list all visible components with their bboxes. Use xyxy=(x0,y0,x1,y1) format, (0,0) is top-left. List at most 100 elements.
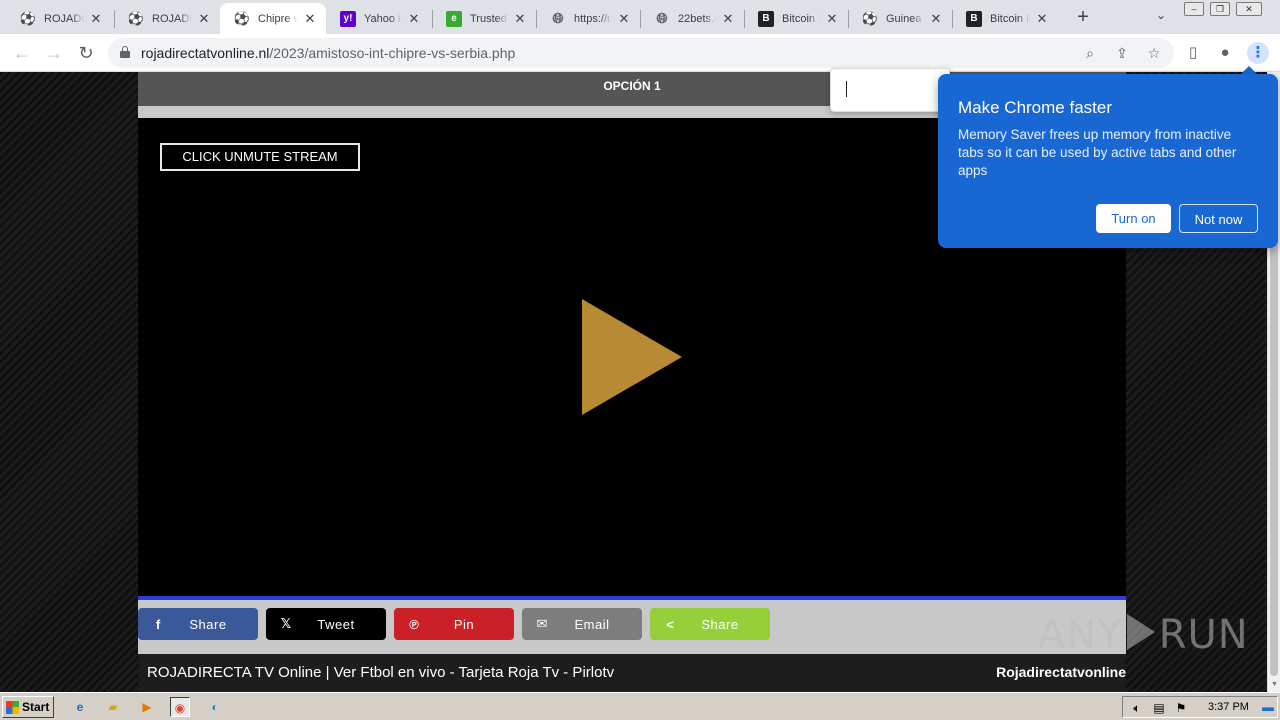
tab-bitcoin-2[interactable]: B Bitcoin Kurs ✕ xyxy=(952,3,1058,34)
tab-label: ROJADIRECTA xyxy=(44,12,84,25)
chrome-menu-icon[interactable]: ⋮ xyxy=(1247,42,1269,64)
minimize-button[interactable]: ‒ xyxy=(1184,2,1204,16)
close-icon[interactable]: ✕ xyxy=(88,11,104,27)
side-panel-icon[interactable]: ▯ xyxy=(1182,42,1204,64)
site-footer: ROJADIRECTA TV Online | Ver Ftbol en viv… xyxy=(138,654,1126,692)
globe-icon: 🌐︎ xyxy=(656,10,668,26)
email-share-button[interactable]: ✉ Email xyxy=(522,608,642,640)
tab-label: Yahoo is part xyxy=(364,12,402,25)
system-tray: 🔈︎ ▤ ⚑ xyxy=(1122,696,1278,718)
tab-rojadirecta-1[interactable]: ⚽ ROJADIRECTA ✕ xyxy=(6,3,112,34)
windows-taskbar: Start e ▰ ▶ ◉ ◐ 🔈︎ ▤ ⚑ 3:37 PM ▬ xyxy=(0,692,1280,720)
close-icon[interactable]: ✕ xyxy=(196,11,212,27)
folder-icon[interactable]: ▰ xyxy=(103,697,123,717)
flag-icon[interactable]: ⚑ xyxy=(1171,698,1191,718)
watermark-right: RUN xyxy=(1158,612,1249,658)
footer-brand[interactable]: Rojadirectatvonline xyxy=(996,664,1126,680)
close-icon[interactable]: ✕ xyxy=(616,11,632,27)
trusted-icon: e xyxy=(446,10,462,27)
back-arrow-icon[interactable]: ← xyxy=(10,41,34,65)
close-icon[interactable]: ✕ xyxy=(720,11,736,27)
tab-22bets[interactable]: 🌐︎ 22bets.me ✕ xyxy=(640,3,744,34)
memory-saver-popup: Make Chrome faster Memory Saver frees up… xyxy=(938,74,1278,248)
profile-avatar-icon[interactable]: ● xyxy=(1214,42,1236,64)
share-icon[interactable]: ⇪ xyxy=(1112,43,1132,63)
windows-logo-icon xyxy=(6,700,19,714)
close-icon[interactable]: ✕ xyxy=(512,11,528,27)
bitcoin-icon: B xyxy=(758,10,774,27)
popup-body: Memory Saver frees up memory from inacti… xyxy=(958,127,1237,178)
google-lens-icon[interactable]: ⌕ xyxy=(1080,43,1100,63)
generic-share-button[interactable]: < Share xyxy=(650,608,770,640)
clock[interactable]: 3:37 PM xyxy=(1208,701,1249,713)
url-path: /2023/amistoso-int-chipre-vs-serbia.php xyxy=(269,45,516,61)
close-icon[interactable]: ✕ xyxy=(928,11,944,27)
facebook-icon: f xyxy=(155,616,161,632)
play-icon[interactable] xyxy=(582,299,682,415)
soccer-ball-icon: ⚽ xyxy=(19,10,37,26)
close-icon[interactable]: ✕ xyxy=(1034,11,1050,27)
volume-icon[interactable]: 🔈︎ xyxy=(1127,698,1147,718)
reload-icon[interactable]: ↻ xyxy=(74,41,98,65)
watermark-left: ANY xyxy=(1038,612,1123,658)
tab-yahoo[interactable]: y! Yahoo is part ✕ xyxy=(326,3,430,34)
tab-bitcoin-1[interactable]: B Bitcoin Kurs ✕ xyxy=(744,3,848,34)
new-tab-button[interactable]: + xyxy=(1072,6,1094,28)
tab-label: Trusted-Sites xyxy=(470,12,508,25)
url-text[interactable]: rojadirectatvonline.nl/2023/amistoso-int… xyxy=(141,45,515,61)
footer-text: ROJADIRECTA TV Online | Ver Ftbol en viv… xyxy=(147,664,615,681)
show-desktop-icon[interactable]: ▬ xyxy=(1258,697,1278,717)
share-nodes-icon: < xyxy=(666,616,674,632)
text-input-popup[interactable] xyxy=(830,68,950,112)
forward-arrow-icon[interactable]: → xyxy=(42,41,66,65)
share-label: Tweet xyxy=(317,616,355,632)
media-player-icon[interactable]: ▶ xyxy=(137,697,157,717)
tab-search-chevron-icon[interactable]: ⌄ xyxy=(1152,8,1170,26)
soccer-ball-icon: ⚽ xyxy=(233,10,251,26)
yahoo-icon: y! xyxy=(340,10,356,27)
tab-chipre-active[interactable]: ⚽ Chipre vs Serbia ✕ xyxy=(220,3,326,34)
tab-label: 22bets.me xyxy=(678,12,716,25)
tab-strip: ⚽ ROJADIRECTA ✕ ⚽ ROJADIRECTA ✕ ⚽ Chipre… xyxy=(0,0,1280,34)
bitcoin-icon: B xyxy=(966,10,982,27)
restore-button[interactable]: ❐ xyxy=(1210,2,1230,16)
close-icon[interactable]: ✕ xyxy=(302,11,318,27)
edge-icon[interactable]: ◐ xyxy=(205,697,225,717)
popup-title: Make Chrome faster xyxy=(958,98,1112,117)
close-icon[interactable]: ✕ xyxy=(824,11,840,27)
text-caret xyxy=(846,81,847,97)
share-label: Email xyxy=(574,616,610,632)
tab-label: ROJADIRECTA xyxy=(152,12,192,25)
internet-explorer-icon[interactable]: e xyxy=(70,697,90,717)
share-label: Share xyxy=(189,616,227,632)
unmute-stream-button[interactable]: CLICK UNMUTE STREAM xyxy=(160,143,360,171)
x-icon: 𝕏 xyxy=(280,616,292,631)
network-icon[interactable]: ▤ xyxy=(1149,698,1169,718)
bookmark-star-icon[interactable]: ☆ xyxy=(1144,43,1164,63)
x-tweet-button[interactable]: 𝕏 Tweet xyxy=(266,608,386,640)
not-now-button[interactable]: Not now xyxy=(1179,204,1258,233)
url-domain: rojadirectatvonline.nl xyxy=(141,45,270,61)
pinterest-pin-button[interactable]: ℗ Pin xyxy=(394,608,514,640)
scroll-down-arrow-icon[interactable]: ▼ xyxy=(1268,678,1280,692)
share-bar: f Share 𝕏 Tweet ℗ Pin ✉ Email < Share xyxy=(138,600,1126,654)
tab-label: Bitcoin Kurs xyxy=(782,12,820,25)
share-label: Share xyxy=(701,616,739,632)
chrome-taskbar-icon[interactable]: ◉ xyxy=(170,697,190,717)
pinterest-icon: ℗ xyxy=(409,616,419,632)
tab-label: Bitcoin Kurs xyxy=(990,12,1030,25)
tab-rojadirecta-2[interactable]: ⚽ ROJADIRECTA ✕ xyxy=(114,3,220,34)
tab-trusted[interactable]: e Trusted-Sites ✕ xyxy=(432,3,536,34)
close-icon[interactable]: ✕ xyxy=(406,11,422,27)
facebook-share-button[interactable]: f Share xyxy=(138,608,258,640)
start-button[interactable]: Start xyxy=(2,696,54,718)
tab-label: Guinea vs xyxy=(886,12,924,25)
lock-icon[interactable] xyxy=(120,46,130,58)
window-close-button[interactable]: ✕ xyxy=(1236,2,1262,16)
tab-https[interactable]: 🌐︎ https://url ✕ xyxy=(536,3,640,34)
watermark-play-icon xyxy=(1126,614,1155,650)
turn-on-button[interactable]: Turn on xyxy=(1096,204,1171,233)
address-bar[interactable]: rojadirectatvonline.nl/2023/amistoso-int… xyxy=(108,38,1174,68)
tab-label: Chipre vs Serbia xyxy=(258,12,298,25)
tab-guinea[interactable]: ⚽ Guinea vs ✕ xyxy=(848,3,952,34)
